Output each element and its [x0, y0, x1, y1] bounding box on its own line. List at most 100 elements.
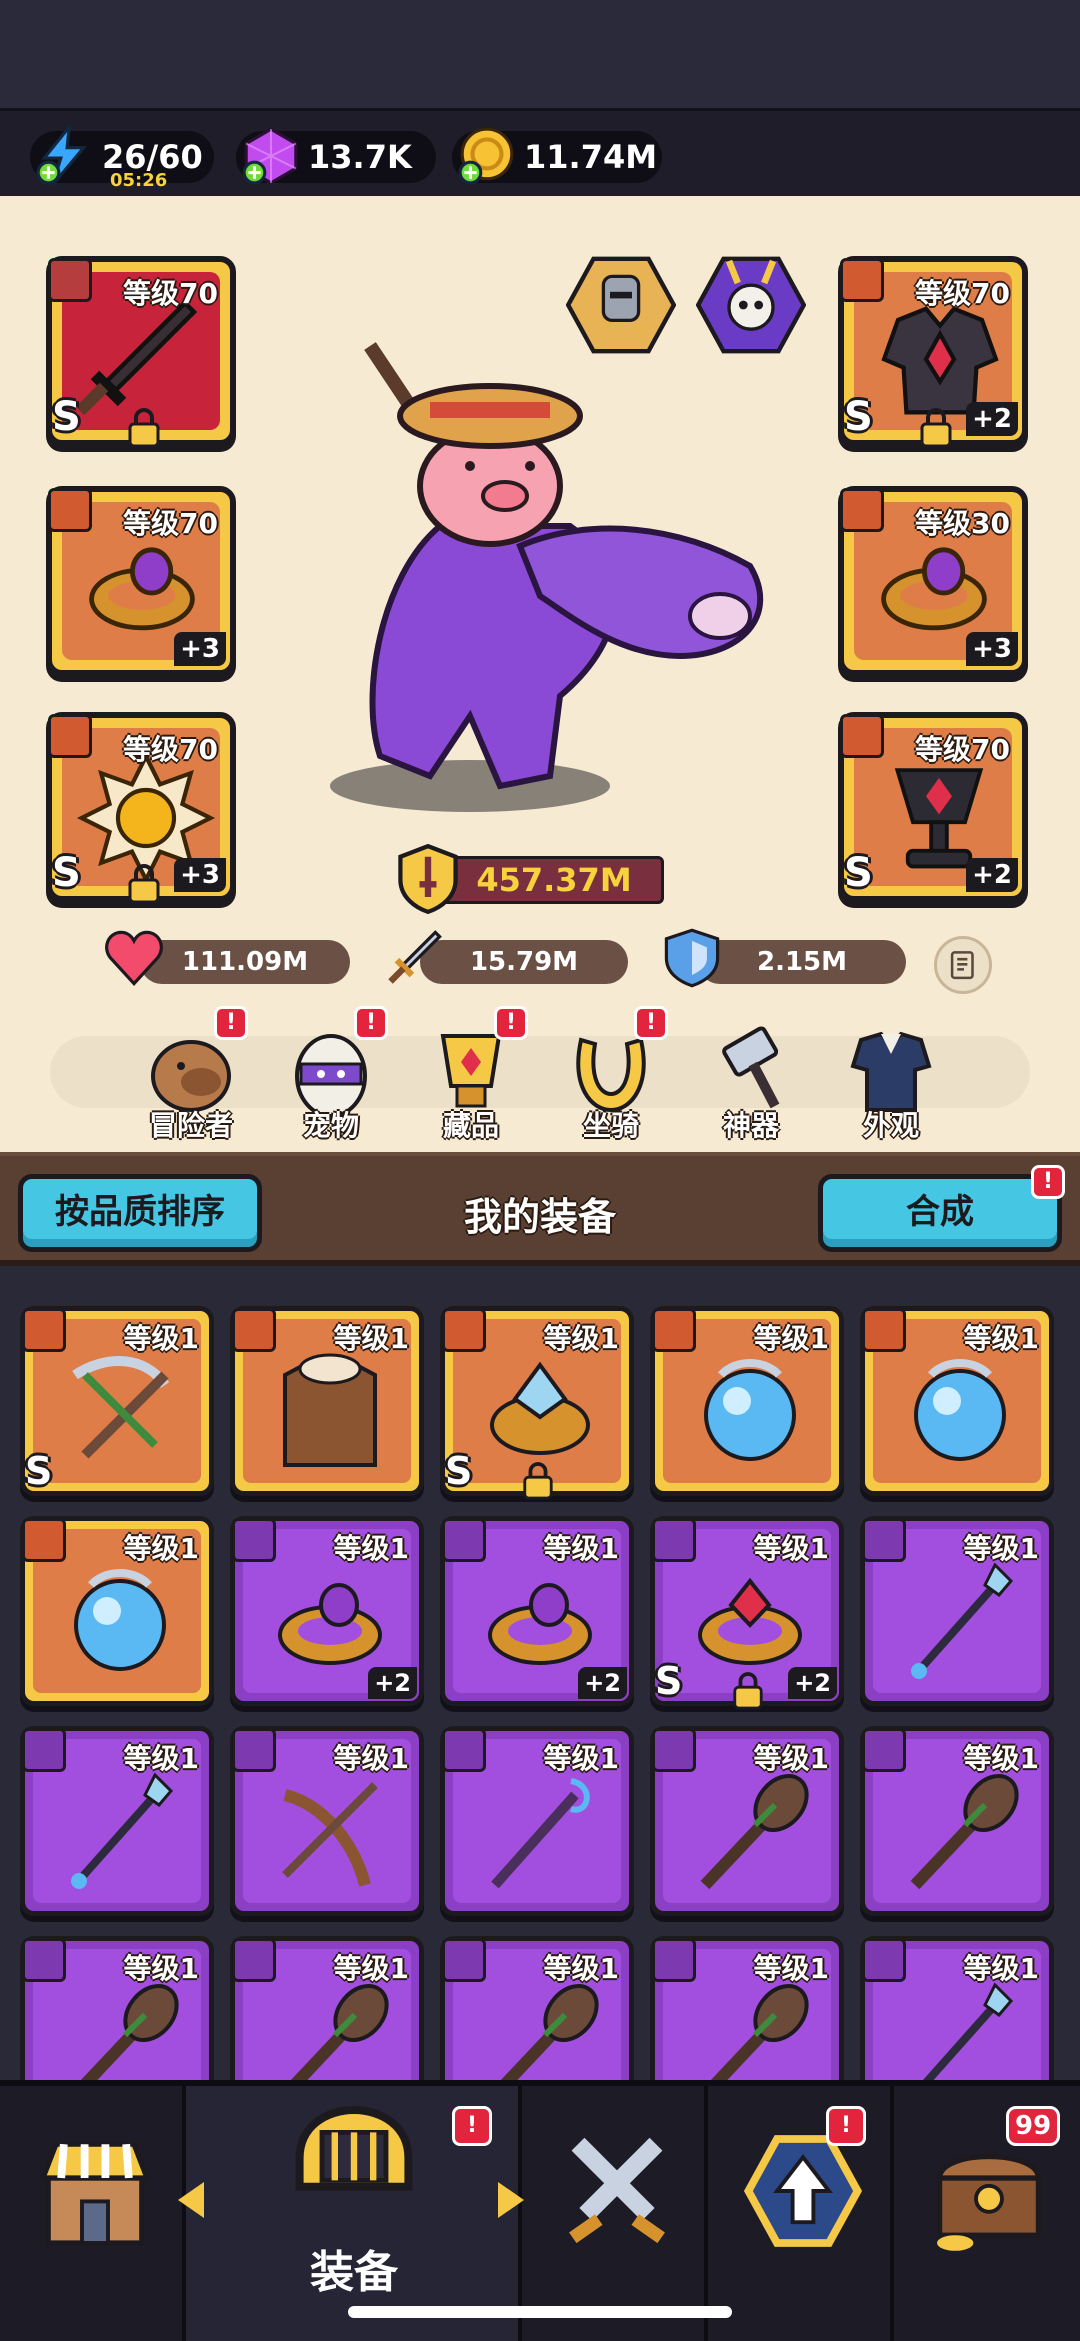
item-plus: +2: [788, 1667, 837, 1699]
item-level: 等级1: [333, 1532, 409, 1565]
inventory-item-ice-spear[interactable]: 等级1: [860, 1936, 1054, 2080]
inventory-item-crossed-bow[interactable]: 等级1: [230, 1726, 424, 1916]
ring-right-plus: +3: [966, 632, 1018, 666]
ice-spear-icon: [71, 1772, 174, 1889]
item-level: 等级1: [123, 1952, 199, 1985]
coin-counter[interactable]: 11.74M: [452, 127, 662, 185]
inventory-item-club[interactable]: 等级1: [230, 1936, 424, 2080]
defense-stat: 2.15M: [664, 928, 906, 988]
item-level: 等级1: [123, 1322, 199, 1355]
inventory-item-fur-armor[interactable]: 等级1: [230, 1306, 424, 1496]
crossbow-icon: [72, 1356, 170, 1459]
weapon-level: 等级70: [123, 277, 218, 310]
nav-equipment[interactable]: 装备 !: [178, 2086, 524, 2341]
item-grade: S: [25, 1449, 53, 1493]
inventory-item-ice-spear[interactable]: 等级1: [20, 1726, 214, 1916]
crystal-ring-icon: [490, 1361, 590, 1455]
inventory-item-club[interactable]: 等级1: [650, 1936, 844, 2080]
staff-icon: [491, 1778, 590, 1889]
item-type-tag-icon: [652, 1308, 696, 1352]
item-type-tag-icon: [22, 1518, 66, 1562]
lightning-plus-icon: [36, 125, 87, 186]
item-level: 等级1: [963, 1742, 1039, 1775]
gem-value: 13.7K: [308, 138, 412, 176]
item-plus: +2: [368, 1667, 417, 1699]
necklace-slot-left[interactable]: 等级70 S +3: [46, 712, 236, 904]
ring-slot-right[interactable]: 等级30 +3: [838, 486, 1028, 676]
inventory-item-blue-orb[interactable]: 等级1: [860, 1306, 1054, 1496]
crossed-swords-icon: [569, 2137, 665, 2244]
stats-detail-button[interactable]: [934, 936, 992, 994]
item-type-tag-icon: [442, 1938, 486, 1982]
item-type-tag-icon: [22, 1938, 66, 1982]
armor-slot[interactable]: 等级70 S +2: [838, 256, 1028, 448]
item-plus: +2: [578, 1667, 627, 1699]
inventory-item-blue-orb[interactable]: 等级1: [650, 1306, 844, 1496]
inventory-item-ruby-ring[interactable]: 等级1 S +2: [650, 1516, 844, 1710]
ring-icon: [89, 547, 195, 631]
item-type-tag-icon: [22, 1728, 66, 1772]
armor-grade: S: [844, 394, 873, 440]
gem-counter[interactable]: 13.7K: [236, 127, 436, 185]
menu-mount[interactable]: 坐骑 !: [556, 1006, 668, 1144]
shield-icon: [664, 928, 720, 988]
item-level: 等级1: [123, 1742, 199, 1775]
menu-adventurer[interactable]: 冒险者 !: [136, 1006, 248, 1144]
ring-left-level: 等级70: [123, 507, 218, 540]
item-level: 等级1: [753, 1952, 829, 1985]
item-level: 等级1: [543, 1742, 619, 1775]
hp-stat: 111.09M: [105, 930, 350, 986]
inventory-item-club[interactable]: 等级1: [860, 1726, 1054, 1916]
status-bar-area: [0, 0, 1080, 108]
inventory-item-ice-spear[interactable]: 等级1: [860, 1516, 1054, 1706]
amulet-tag-icon: [48, 714, 92, 758]
inventory-item-crossbow[interactable]: 等级1 S: [20, 1306, 214, 1496]
club-icon: [700, 1774, 809, 1890]
item-grade: S: [655, 1659, 683, 1703]
nav-battle[interactable]: [522, 2086, 708, 2341]
home-indicator: [348, 2306, 732, 2318]
fur-armor-icon: [283, 1353, 377, 1467]
club-icon: [710, 1984, 809, 2080]
inventory-item-gold-ring[interactable]: 等级1 +2: [440, 1516, 634, 1706]
menu-collection-badge: !: [494, 1006, 528, 1040]
nav-equipment-badge: !: [452, 2106, 492, 2146]
item-level: 等级1: [543, 1532, 619, 1565]
blue-orb-icon: [74, 1569, 166, 1671]
power-value: 457.37M: [476, 861, 632, 899]
inventory-item-staff[interactable]: 等级1: [440, 1726, 634, 1916]
inventory-item-club[interactable]: 等级1: [650, 1726, 844, 1916]
menu-collection[interactable]: 藏品 !: [416, 1006, 528, 1144]
nav-shop[interactable]: [0, 2086, 186, 2341]
item-type-tag-icon: [232, 1728, 276, 1772]
nav-chest-badge: 99: [1006, 2106, 1061, 2146]
energy-counter[interactable]: 26/60 05:26: [30, 125, 214, 191]
menu-appearance[interactable]: 外观: [836, 1026, 946, 1144]
defense-value: 2.15M: [756, 947, 848, 977]
attack-value: 15.79M: [469, 947, 579, 977]
inventory-item-crystal-ring[interactable]: 等级1 S: [440, 1306, 634, 1500]
inventory-item-club[interactable]: 等级1: [440, 1936, 634, 2080]
ring-left-plus: +3: [174, 632, 226, 666]
menu-adventurer-label: 冒险者: [148, 1109, 233, 1142]
merge-button[interactable]: 合成 !: [818, 1165, 1065, 1252]
inventory-item-club[interactable]: 等级1: [20, 1936, 214, 2080]
hero-character: [330, 342, 764, 812]
ring-tag-icon: [48, 488, 92, 532]
merge-label: 合成: [906, 1192, 974, 1232]
item-type-tag-icon: [652, 1518, 696, 1562]
necklace-slot-right[interactable]: 等级70 S +2: [838, 712, 1028, 902]
inventory-item-gold-ring[interactable]: 等级1 +2: [230, 1516, 424, 1706]
nav-chest[interactable]: 99: [894, 2086, 1080, 2341]
item-level: 等级1: [753, 1532, 829, 1565]
inventory-item-blue-orb[interactable]: 等级1: [20, 1516, 214, 1706]
armor-tag-icon: [840, 258, 884, 302]
ring-slot-left[interactable]: 等级70 +3: [46, 486, 236, 676]
menu-artifact[interactable]: 神器: [696, 1026, 806, 1144]
weapon-slot[interactable]: 等级70 S: [46, 256, 236, 448]
game-screen: { "resources": { "energy": {"value": "26…: [0, 0, 1080, 2341]
item-type-tag-icon: [232, 1518, 276, 1562]
menu-pet-badge: !: [354, 1006, 388, 1040]
menu-pet[interactable]: 宠物 !: [276, 1006, 388, 1144]
nav-upgrade[interactable]: !: [708, 2086, 894, 2341]
